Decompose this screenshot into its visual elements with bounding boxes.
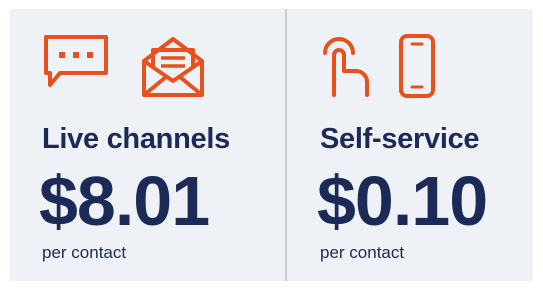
self-service-price: $0.10 xyxy=(317,162,488,240)
live-channels-icons xyxy=(42,33,242,99)
self-service-title: Self-service xyxy=(320,123,480,155)
live-channels-title: Live channels xyxy=(42,123,230,155)
self-service-unit: per contact xyxy=(320,243,405,262)
self-service-icons xyxy=(320,33,520,99)
live-channels-panel: Live channels $8.01 per contact xyxy=(39,9,278,281)
chat-bubble-icon xyxy=(44,35,108,87)
panel-divider xyxy=(285,9,287,281)
live-channels-price: $8.01 xyxy=(39,162,210,240)
self-service-panel: Self-service $0.10 per contact xyxy=(317,9,530,281)
envelope-icon xyxy=(142,37,204,97)
mobile-phone-icon xyxy=(399,34,435,98)
live-channels-unit: per contact xyxy=(42,243,127,262)
tap-hand-icon xyxy=(323,37,369,97)
cost-comparison-card: Live channels $8.01 per contact Self-ser… xyxy=(10,9,533,281)
